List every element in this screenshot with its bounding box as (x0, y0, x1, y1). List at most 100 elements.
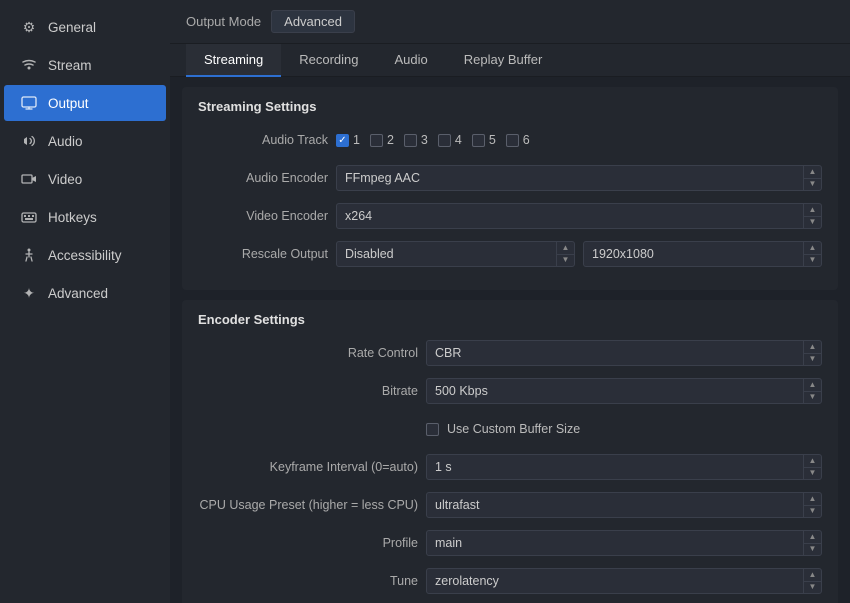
cpu-preset-up[interactable]: ▲ (804, 493, 821, 506)
video-encoder-control: x264 ▲ ▼ (336, 203, 822, 229)
bitrate-up[interactable]: ▲ (804, 379, 821, 392)
rate-control-spinbox[interactable]: CBR ▲ ▼ (426, 340, 822, 366)
tune-up[interactable]: ▲ (804, 569, 821, 582)
audio-track-row: Audio Track ✓ 1 2 3 (198, 126, 822, 154)
profile-down[interactable]: ▼ (804, 544, 821, 556)
gear-icon: ⚙ (20, 18, 38, 36)
rescale-output-control: Disabled ▲ ▼ 1920x1080 ▲ ▼ (336, 241, 822, 267)
streaming-settings-title: Streaming Settings (198, 99, 822, 114)
sidebar-item-accessibility[interactable]: Accessibility (4, 237, 166, 273)
cpu-preset-arrows: ▲ ▼ (803, 493, 821, 517)
bitrate-spinbox[interactable]: 500 Kbps ▲ ▼ (426, 378, 822, 404)
track-4-checkbox[interactable] (438, 134, 451, 147)
cpu-preset-down[interactable]: ▼ (804, 506, 821, 518)
keyframe-arrows: ▲ ▼ (803, 455, 821, 479)
sidebar-label-advanced: Advanced (48, 286, 108, 301)
audio-encoder-arrows: ▲ ▼ (803, 166, 821, 190)
track-2[interactable]: 2 (370, 133, 394, 147)
rate-control-value: CBR (427, 341, 803, 365)
audio-encoder-spinbox[interactable]: FFmpeg AAC ▲ ▼ (336, 165, 822, 191)
rescale-output-arrows: ▲ ▼ (556, 242, 574, 266)
cpu-preset-spinbox[interactable]: ultrafast ▲ ▼ (426, 492, 822, 518)
rescale-resolution-down[interactable]: ▼ (804, 255, 821, 267)
rescale-resolution-spinbox[interactable]: 1920x1080 ▲ ▼ (583, 241, 822, 267)
bitrate-down[interactable]: ▼ (804, 392, 821, 404)
track-6-checkbox[interactable] (506, 134, 519, 147)
sidebar-item-stream[interactable]: Stream (4, 47, 166, 83)
audio-encoder-value: FFmpeg AAC (337, 166, 803, 190)
track-6-label: 6 (523, 133, 530, 147)
sidebar-item-audio[interactable]: Audio (4, 123, 166, 159)
rescale-output-up[interactable]: ▲ (557, 242, 574, 255)
track-2-checkbox[interactable] (370, 134, 383, 147)
rate-control-label: Rate Control (198, 346, 418, 360)
track-4[interactable]: 4 (438, 133, 462, 147)
audio-encoder-up[interactable]: ▲ (804, 166, 821, 179)
keyframe-control: 1 s ▲ ▼ (426, 454, 822, 480)
video-encoder-up[interactable]: ▲ (804, 204, 821, 217)
profile-arrows: ▲ ▼ (803, 531, 821, 555)
sidebar-item-video[interactable]: Video (4, 161, 166, 197)
sidebar: ⚙ General Stream Output Audio (0, 0, 170, 603)
sidebar-item-output[interactable]: Output (4, 85, 166, 121)
rate-control-up[interactable]: ▲ (804, 341, 821, 354)
sidebar-item-general[interactable]: ⚙ General (4, 9, 166, 45)
tune-down[interactable]: ▼ (804, 582, 821, 594)
rescale-resolution-up[interactable]: ▲ (804, 242, 821, 255)
rescale-output-spinbox[interactable]: Disabled ▲ ▼ (336, 241, 575, 267)
advanced-icon: ✦ (20, 284, 38, 302)
track-3-checkbox[interactable] (404, 134, 417, 147)
profile-row: Profile main ▲ ▼ (198, 529, 822, 557)
audio-encoder-row: Audio Encoder FFmpeg AAC ▲ ▼ (198, 164, 822, 192)
tab-audio[interactable]: Audio (377, 44, 446, 77)
audio-encoder-down[interactable]: ▼ (804, 179, 821, 191)
sidebar-item-hotkeys[interactable]: Hotkeys (4, 199, 166, 235)
profile-spinbox[interactable]: main ▲ ▼ (426, 530, 822, 556)
cpu-preset-row: CPU Usage Preset (higher = less CPU) ult… (198, 491, 822, 519)
video-encoder-spinbox[interactable]: x264 ▲ ▼ (336, 203, 822, 229)
keyframe-label: Keyframe Interval (0=auto) (198, 460, 418, 474)
tab-recording[interactable]: Recording (281, 44, 376, 77)
sidebar-label-hotkeys: Hotkeys (48, 210, 97, 225)
track-1[interactable]: ✓ 1 (336, 133, 360, 147)
rescale-resolution-value: 1920x1080 (584, 242, 803, 266)
track-1-checkbox[interactable]: ✓ (336, 134, 349, 147)
sidebar-label-video: Video (48, 172, 82, 187)
tab-streaming[interactable]: Streaming (186, 44, 281, 77)
profile-label: Profile (198, 536, 418, 550)
sidebar-item-advanced[interactable]: ✦ Advanced (4, 275, 166, 311)
output-mode-label: Output Mode (186, 14, 261, 29)
video-encoder-down[interactable]: ▼ (804, 217, 821, 229)
tabs-bar: Streaming Recording Audio Replay Buffer (170, 44, 850, 77)
keyframe-down[interactable]: ▼ (804, 468, 821, 480)
tune-value: zerolatency (427, 569, 803, 593)
track-5-label: 5 (489, 133, 496, 147)
custom-buffer-label: Use Custom Buffer Size (447, 422, 580, 436)
track-3[interactable]: 3 (404, 133, 428, 147)
tab-replay-buffer[interactable]: Replay Buffer (446, 44, 561, 77)
profile-up[interactable]: ▲ (804, 531, 821, 544)
rate-control-down[interactable]: ▼ (804, 354, 821, 366)
track-6[interactable]: 6 (506, 133, 530, 147)
sidebar-label-general: General (48, 20, 96, 35)
stream-icon (20, 56, 38, 74)
accessibility-icon (20, 246, 38, 264)
rate-control-row: Rate Control CBR ▲ ▼ (198, 339, 822, 367)
track-5-checkbox[interactable] (472, 134, 485, 147)
top-bar: Output Mode Advanced (170, 0, 850, 44)
rescale-output-down[interactable]: ▼ (557, 255, 574, 267)
streaming-settings-section: Streaming Settings Audio Track ✓ 1 2 3 (182, 87, 838, 290)
encoder-settings-section: Encoder Settings Rate Control CBR ▲ ▼ Bi… (182, 300, 838, 603)
rate-control-control: CBR ▲ ▼ (426, 340, 822, 366)
track-2-label: 2 (387, 133, 394, 147)
bitrate-control: 500 Kbps ▲ ▼ (426, 378, 822, 404)
custom-buffer-checkbox[interactable] (426, 423, 439, 436)
tune-spinbox[interactable]: zerolatency ▲ ▼ (426, 568, 822, 594)
keyframe-spinbox[interactable]: 1 s ▲ ▼ (426, 454, 822, 480)
track-5[interactable]: 5 (472, 133, 496, 147)
video-encoder-label: Video Encoder (198, 209, 328, 223)
keyframe-up[interactable]: ▲ (804, 455, 821, 468)
profile-control: main ▲ ▼ (426, 530, 822, 556)
rescale-output-label: Rescale Output (198, 247, 328, 261)
track-3-label: 3 (421, 133, 428, 147)
